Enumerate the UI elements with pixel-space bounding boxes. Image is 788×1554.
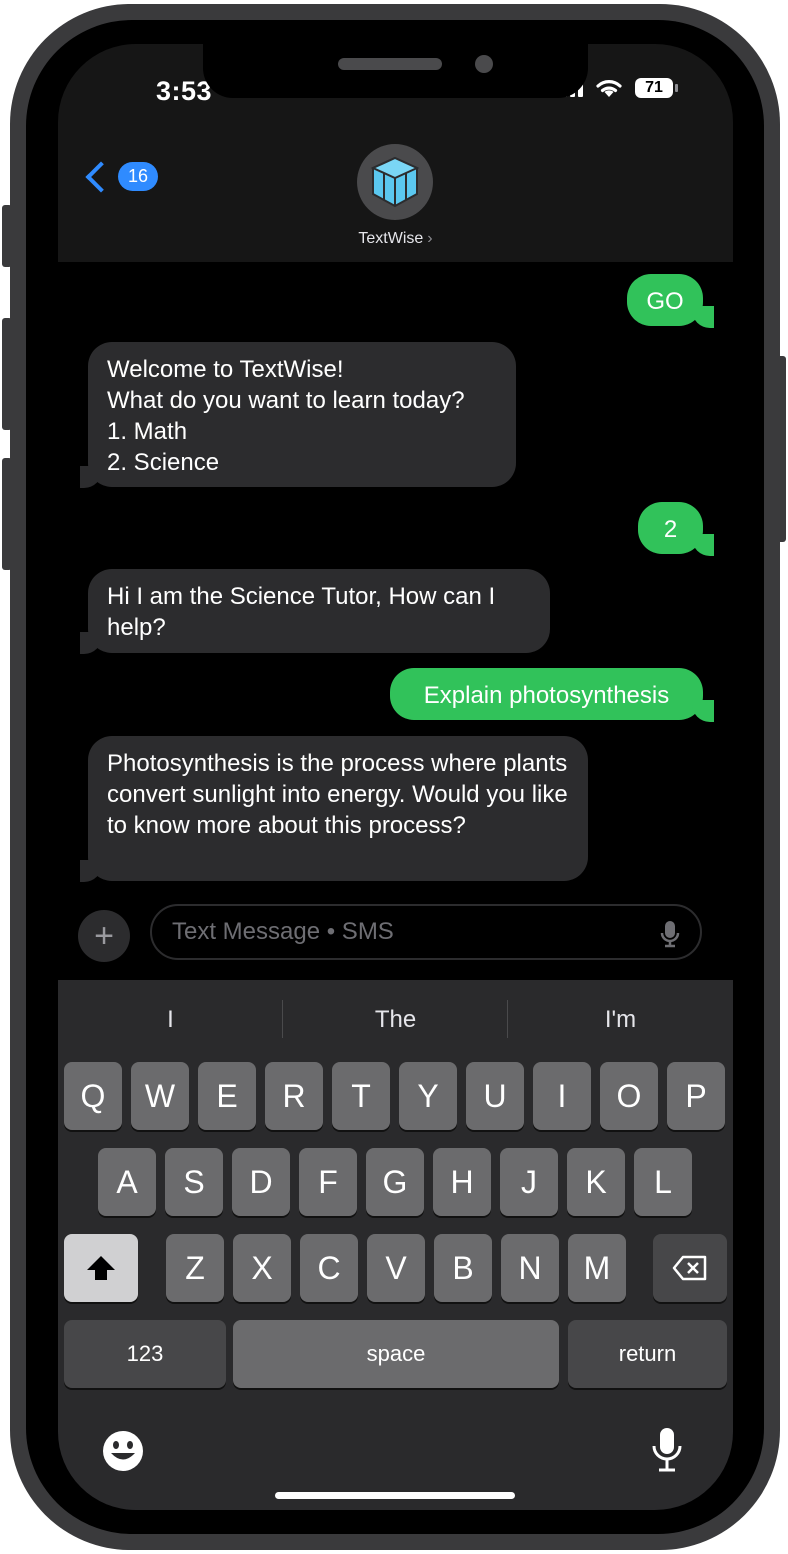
key-t[interactable]: T <box>332 1062 390 1130</box>
chevron-left-icon <box>85 160 117 193</box>
bubble-tail <box>692 306 714 328</box>
message-incoming[interactable]: Hi I am the Science Tutor, How can I hel… <box>88 569 550 653</box>
key-x[interactable]: X <box>233 1234 291 1302</box>
keyboard-dictation-button[interactable] <box>650 1426 684 1479</box>
key-m[interactable]: M <box>568 1234 626 1302</box>
wifi-icon <box>596 80 622 97</box>
space-key[interactable]: space <box>233 1320 559 1388</box>
power-button <box>776 356 786 542</box>
key-v[interactable]: V <box>367 1234 425 1302</box>
key-o[interactable]: O <box>600 1062 658 1130</box>
plus-icon: + <box>94 916 114 955</box>
message-incoming[interactable]: Photosynthesis is the process where plan… <box>88 736 588 881</box>
message-list[interactable]: GO Welcome to TextWise! What do you want… <box>58 262 733 902</box>
shift-icon <box>87 1256 115 1280</box>
suggestion-item[interactable]: I'm <box>508 980 733 1060</box>
unread-count-badge: 16 <box>118 162 159 191</box>
message-composer: + Text Message • SMS <box>58 902 733 982</box>
key-j[interactable]: J <box>500 1148 558 1216</box>
bubble-tail <box>80 860 102 882</box>
keyboard: I The I'm QWERTYUIOPASDFGHJKLZXCVBNM 123… <box>58 980 733 1510</box>
delete-key[interactable] <box>653 1234 727 1302</box>
key-a[interactable]: A <box>98 1148 156 1216</box>
bubble-tail <box>80 466 102 488</box>
message-incoming[interactable]: Welcome to TextWise! What do you want to… <box>88 342 516 487</box>
volume-up-button <box>2 318 12 430</box>
key-f[interactable]: F <box>299 1148 357 1216</box>
home-indicator[interactable] <box>275 1492 515 1499</box>
key-l[interactable]: L <box>634 1148 692 1216</box>
suggestion-item[interactable]: I <box>58 980 283 1060</box>
contact-name[interactable]: TextWise › <box>58 230 733 248</box>
contact-name-label: TextWise <box>358 230 424 247</box>
key-w[interactable]: W <box>131 1062 189 1130</box>
suggestion-bar: I The I'm <box>58 980 733 1060</box>
add-attachment-button[interactable]: + <box>78 910 130 962</box>
chevron-right-icon: › <box>427 230 433 247</box>
message-outgoing[interactable]: GO <box>627 274 703 326</box>
backspace-icon <box>672 1255 707 1281</box>
numbers-key[interactable]: 123 <box>64 1320 226 1388</box>
dictation-mic-icon[interactable] <box>660 920 680 948</box>
bubble-tail <box>692 534 714 556</box>
emoji-button[interactable] <box>102 1430 144 1477</box>
message-outgoing[interactable]: Explain photosynthesis <box>390 668 703 720</box>
speaker <box>338 58 442 70</box>
key-n[interactable]: N <box>501 1234 559 1302</box>
key-s[interactable]: S <box>165 1148 223 1216</box>
key-h[interactable]: H <box>433 1148 491 1216</box>
message-input-placeholder: Text Message • SMS <box>172 918 394 945</box>
cube-logo-icon <box>370 156 420 208</box>
bubble-tail <box>80 632 102 654</box>
key-k[interactable]: K <box>567 1148 625 1216</box>
status-time: 3:53 <box>156 76 213 106</box>
volume-down-button <box>2 458 12 570</box>
suggestion-divider <box>507 1000 508 1038</box>
notch <box>203 44 588 98</box>
return-key[interactable]: return <box>568 1320 727 1388</box>
contact-avatar[interactable] <box>357 144 433 220</box>
key-r[interactable]: R <box>265 1062 323 1130</box>
emoji-icon <box>103 1431 143 1471</box>
key-p[interactable]: P <box>667 1062 725 1130</box>
key-c[interactable]: C <box>300 1234 358 1302</box>
key-i[interactable]: I <box>533 1062 591 1130</box>
key-b[interactable]: B <box>434 1234 492 1302</box>
microphone-icon <box>652 1428 682 1472</box>
shift-key[interactable] <box>64 1234 138 1302</box>
message-input[interactable]: Text Message • SMS <box>150 904 702 960</box>
key-z[interactable]: Z <box>166 1234 224 1302</box>
silent-switch <box>2 205 12 267</box>
key-e[interactable]: E <box>198 1062 256 1130</box>
suggestion-item[interactable]: The <box>283 980 508 1060</box>
battery-icon: 71 <box>635 78 678 98</box>
conversation-header: 3:53 71 16 TextWise › <box>58 44 733 262</box>
key-d[interactable]: D <box>232 1148 290 1216</box>
key-g[interactable]: G <box>366 1148 424 1216</box>
suggestion-divider <box>282 1000 283 1038</box>
key-u[interactable]: U <box>466 1062 524 1130</box>
back-button[interactable]: 16 <box>82 160 159 193</box>
key-y[interactable]: Y <box>399 1062 457 1130</box>
screen: 3:53 71 16 TextWise › GO Welcome to Text… <box>58 44 733 1510</box>
bubble-tail <box>692 700 714 722</box>
front-camera <box>475 55 493 73</box>
key-q[interactable]: Q <box>64 1062 122 1130</box>
